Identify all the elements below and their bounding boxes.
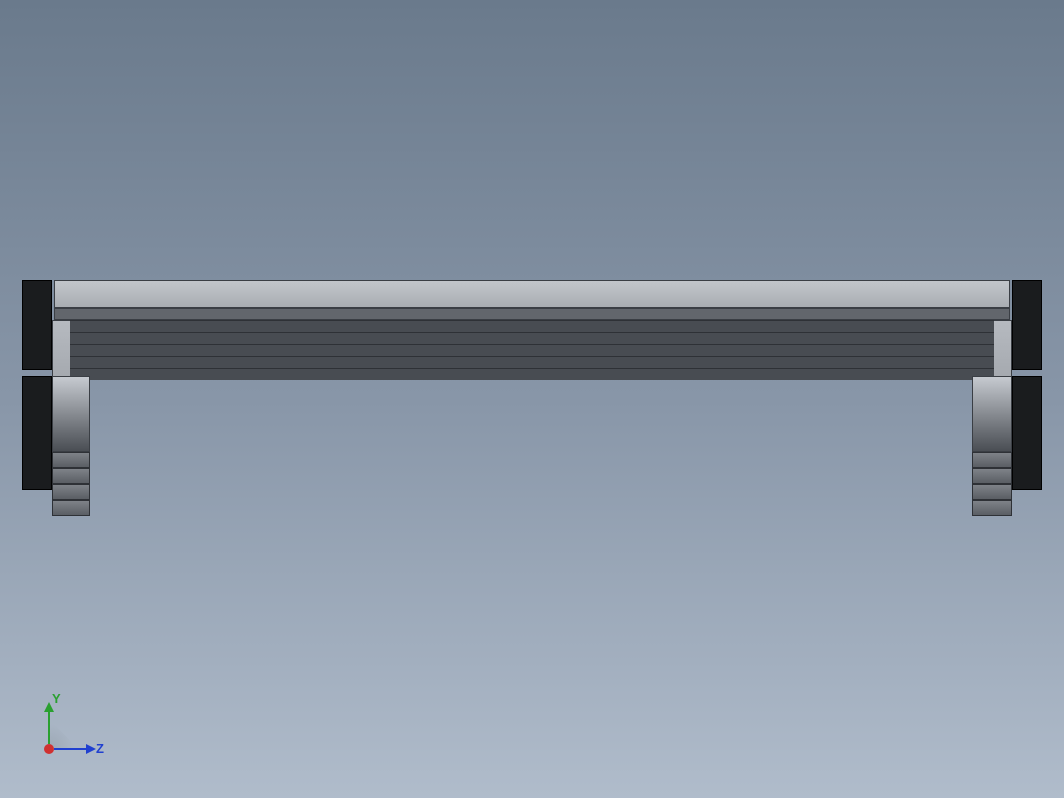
axis-y-label: Y [52,691,61,706]
ring [52,452,90,468]
ring-stack-left [52,452,90,516]
cad-viewport[interactable]: Y Z [0,0,1064,798]
axis-z-label: Z [96,741,104,756]
groove-slot [70,332,994,344]
outer-block-bottom-right [1012,376,1042,490]
groove-slot [70,368,994,380]
model-assembly[interactable] [22,280,1042,516]
ring [972,468,1012,484]
ring [52,484,90,500]
outer-block-top-right [1012,280,1042,370]
upper-flange [54,308,1010,320]
axis-triad[interactable]: Y Z [36,692,106,762]
outer-block-top-left [22,280,52,370]
groove-slot [70,356,994,368]
grooved-body [70,320,994,380]
outer-block-bottom-left [22,376,52,490]
axis-y-line [48,710,50,744]
ring-stack-right [972,452,1012,516]
cylinder-left [52,376,90,452]
axis-origin-dot [44,744,54,754]
axis-z-line [54,748,88,750]
top-rail [54,280,1010,308]
axis-z-arrow-icon [86,744,96,754]
ring [972,484,1012,500]
cylinder-right [972,376,1012,452]
groove-slot [70,320,994,332]
ring [972,452,1012,468]
axis-plane-shadow [50,724,74,748]
ring [52,500,90,516]
groove-slot [70,344,994,356]
ring [52,468,90,484]
ring [972,500,1012,516]
